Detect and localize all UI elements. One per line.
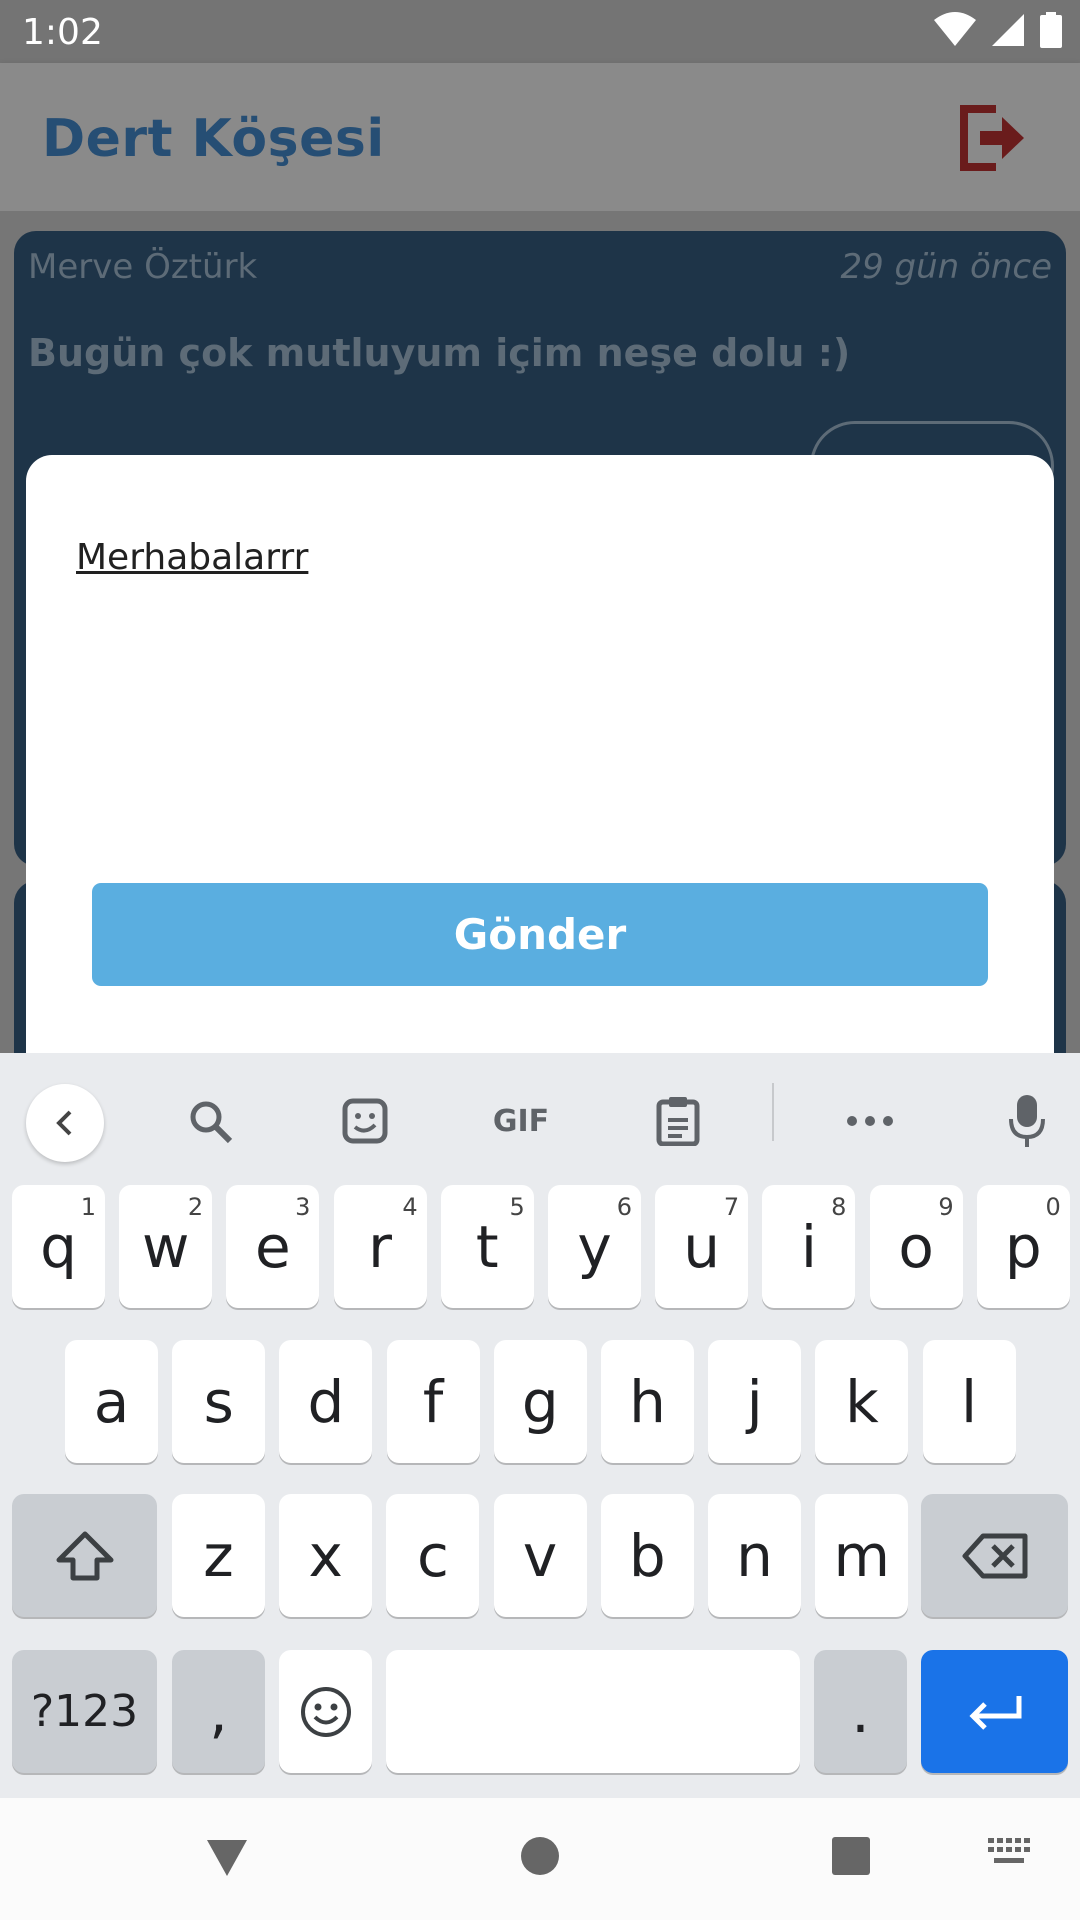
back-icon[interactable]: [26, 1084, 104, 1162]
key-l[interactable]: l: [922, 1340, 1016, 1463]
keyboard-toolbar: GIF: [0, 1053, 1080, 1170]
status-time: 1:02: [22, 12, 103, 53]
wifi-icon: [934, 12, 976, 46]
search-icon[interactable]: [182, 1093, 238, 1149]
key-h[interactable]: h: [601, 1340, 694, 1463]
logout-icon[interactable]: [956, 101, 1028, 173]
key-s[interactable]: s: [172, 1340, 266, 1463]
key-c[interactable]: c: [386, 1494, 480, 1617]
mic-icon[interactable]: [999, 1093, 1055, 1149]
status-icons: [934, 12, 1062, 48]
send-button[interactable]: Gönder: [92, 883, 988, 986]
key-number-hint: 8: [831, 1193, 847, 1221]
key-number-hint: 6: [616, 1193, 632, 1221]
key-m[interactable]: m: [815, 1494, 909, 1617]
recents-nav-icon[interactable]: [831, 1836, 871, 1876]
comma-key[interactable]: ,: [172, 1650, 265, 1773]
message-input[interactable]: Merhabalarrr: [76, 537, 308, 578]
key-number-hint: 1: [80, 1193, 96, 1221]
key-e[interactable]: e3: [226, 1185, 320, 1308]
space-key[interactable]: [386, 1650, 800, 1773]
post-author: Merve Öztürk: [28, 247, 258, 287]
key-y[interactable]: y6: [548, 1185, 641, 1308]
app-bar: Dert Köşesi: [0, 63, 1080, 211]
backspace-key[interactable]: [921, 1494, 1068, 1617]
clipboard-icon[interactable]: [650, 1093, 706, 1149]
key-number-hint: 5: [509, 1193, 525, 1221]
key-n[interactable]: n: [708, 1494, 801, 1617]
navigation-bar: [0, 1798, 1080, 1920]
keyboard: GIF q1w2e3r4t5y6u7i8o9p0 asdfghjkl zxcvb…: [0, 1053, 1080, 1798]
key-u[interactable]: u7: [655, 1185, 749, 1308]
key-b[interactable]: b: [600, 1494, 694, 1617]
symbols-key[interactable]: ?123: [12, 1650, 157, 1773]
key-p[interactable]: p0: [976, 1185, 1070, 1308]
reply-dialog: Merhabalarrr Gönder: [26, 455, 1054, 1055]
key-j[interactable]: j: [708, 1340, 802, 1463]
emoji-key[interactable]: [279, 1650, 372, 1773]
key-number-hint: 2: [187, 1193, 204, 1221]
key-number-hint: 4: [402, 1193, 418, 1221]
key-number-hint: 0: [1045, 1193, 1061, 1221]
back-nav-icon[interactable]: [205, 1838, 249, 1878]
key-d[interactable]: d: [279, 1340, 373, 1463]
key-label: e: [255, 1212, 291, 1281]
key-t[interactable]: t5: [440, 1185, 534, 1308]
key-f[interactable]: f: [386, 1340, 480, 1463]
key-label: w: [141, 1212, 190, 1281]
status-bar: 1:02: [0, 0, 1080, 63]
key-a[interactable]: a: [65, 1340, 158, 1463]
more-icon[interactable]: [842, 1093, 898, 1149]
key-label: t: [475, 1212, 499, 1281]
key-number-hint: 9: [938, 1193, 954, 1221]
key-i[interactable]: i8: [762, 1185, 856, 1308]
toolbar-divider: [772, 1083, 774, 1141]
battery-icon: [1040, 12, 1062, 48]
key-w[interactable]: w2: [119, 1185, 213, 1308]
key-label: p: [1004, 1212, 1042, 1281]
key-number-hint: 3: [295, 1193, 311, 1221]
sticker-icon[interactable]: [337, 1093, 393, 1149]
key-z[interactable]: z: [172, 1494, 265, 1617]
key-number-hint: 7: [723, 1193, 740, 1221]
key-label: i: [800, 1212, 817, 1281]
key-q[interactable]: q1: [12, 1185, 105, 1308]
key-r[interactable]: r4: [333, 1185, 427, 1308]
key-v[interactable]: v: [493, 1494, 587, 1617]
key-k[interactable]: k: [815, 1340, 909, 1463]
home-nav-icon[interactable]: [520, 1836, 560, 1876]
signal-icon: [992, 14, 1024, 46]
key-x[interactable]: x: [279, 1494, 373, 1617]
key-o[interactable]: o9: [869, 1185, 963, 1308]
key-label: o: [898, 1212, 934, 1281]
key-label: r: [368, 1212, 393, 1281]
emoji-icon: [300, 1686, 351, 1737]
post-time: 29 gün önce: [840, 247, 1052, 287]
key-label: q: [40, 1212, 77, 1281]
post-text: Bugün çok mutluyum içim neşe dolu :): [28, 331, 851, 375]
key-g[interactable]: g: [493, 1340, 587, 1463]
enter-key[interactable]: [921, 1650, 1068, 1773]
shift-key[interactable]: [12, 1494, 157, 1617]
keyboard-switch-icon[interactable]: [988, 1838, 1030, 1868]
period-key[interactable]: .: [814, 1650, 907, 1773]
key-label: y: [577, 1212, 612, 1281]
app-title: Dert Köşesi: [42, 109, 385, 169]
key-label: u: [683, 1212, 721, 1281]
enter-icon: [968, 1695, 1021, 1730]
gif-icon[interactable]: GIF: [488, 1093, 554, 1149]
